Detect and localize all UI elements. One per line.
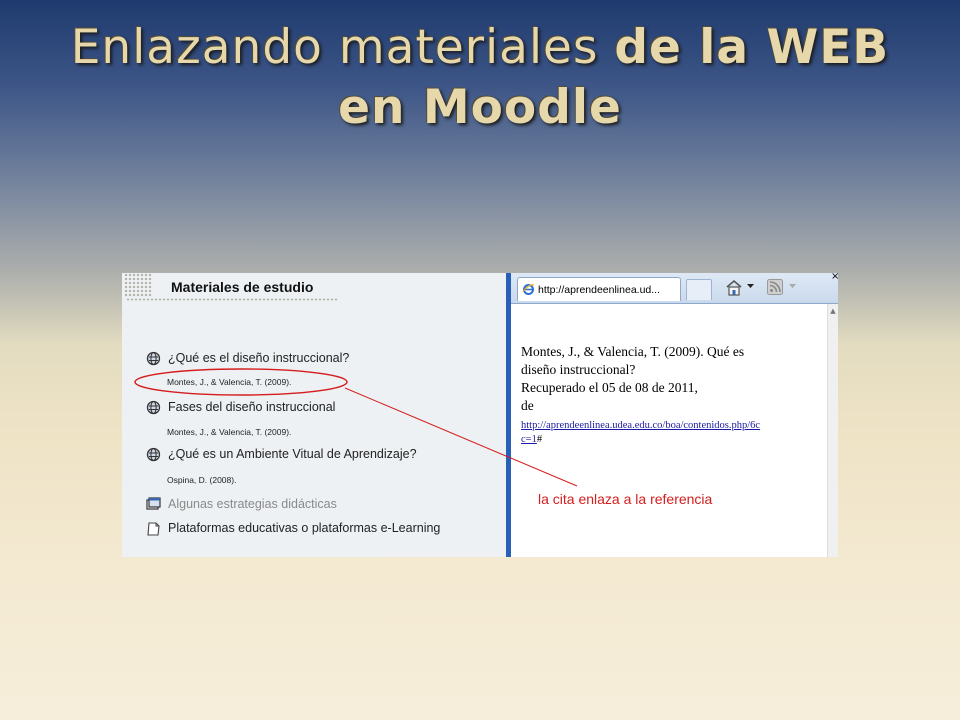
reference-line: de [521,398,534,413]
material-item-diseno[interactable]: ¿Qué es el diseño instruccional? [146,349,349,367]
new-tab-button[interactable] [686,279,712,300]
close-icon[interactable]: × [831,273,838,282]
home-icon[interactable] [725,279,743,296]
page-icon [147,521,160,536]
material-item-plataformas[interactable]: Plataformas educativas o plataformas e-L… [146,519,440,537]
browser-pane: http://aprendeenlinea.ud... × ▲ Montes, … [511,273,838,557]
browser-tab[interactable]: http://aprendeenlinea.ud... [517,277,681,301]
section-underline [126,298,338,301]
feeds-dropdown-icon[interactable] [789,284,796,289]
title-line2: en Moodle [338,80,622,135]
web-link-icon [146,400,161,414]
reference-text: Montes, J., & Valencia, T. (2009). Qué e… [521,343,827,447]
reference-url-link[interactable]: http://aprendeenlinea.udea.edu.co/boa/co… [521,419,760,433]
citation-link[interactable]: Montes, J., & Valencia, T. (2009). [167,427,291,437]
material-item-ambiente[interactable]: ¿Qué es un Ambiente Vitual de Aprendizaj… [146,445,417,463]
moodle-pane: Materiales de estudio ¿Qué es el diseño … [122,273,506,557]
annotation-note: la cita enlaza a la referencia [538,491,713,507]
vertical-scrollbar[interactable]: ▲ [827,304,838,557]
material-item-fases[interactable]: Fases del diseño instruccional [146,398,335,416]
web-link-icon [146,351,161,365]
web-link-icon [146,447,161,461]
citation-link[interactable]: Montes, J., & Valencia, T. (2009). [167,377,291,387]
title-part2: de la WEB [614,20,890,75]
material-item-estrategias[interactable]: Algunas estrategias didácticas [146,495,337,513]
feeds-icon[interactable] [767,279,783,295]
reference-line: Recuperado el 05 de 08 de 2011, [521,380,698,395]
home-dropdown-icon[interactable] [747,284,754,289]
citation-link[interactable]: Ospina, D. (2008). [167,475,236,485]
reference-line: diseño instruccional? [521,362,636,377]
tab-title: http://aprendeenlinea.ud... [538,283,661,296]
folder-window-icon [146,496,161,510]
section-decoration [124,273,152,297]
internet-explorer-icon [522,284,535,295]
material-label[interactable]: ¿Qué es el diseño instruccional? [168,351,349,365]
embedded-screenshot: Materiales de estudio ¿Qué es el diseño … [122,273,838,557]
reference-url-link[interactable]: c=1 [521,433,537,447]
browser-tab-bar: http://aprendeenlinea.ud... × [511,273,838,304]
scroll-up-arrow-icon[interactable]: ▲ [828,306,838,316]
reference-line: Montes, J., & Valencia, T. (2009). Qué e… [521,344,745,359]
slide-title: Enlazando materiales de la WEB en Moodle [60,18,900,138]
reference-url-suffix: # [536,434,543,445]
material-label[interactable]: Algunas estrategias didácticas [168,497,337,511]
material-label[interactable]: Fases del diseño instruccional [168,400,335,414]
title-part1: Enlazando materiales [70,20,599,75]
section-title: Materiales de estudio [171,279,314,295]
material-label[interactable]: ¿Qué es un Ambiente Vitual de Aprendizaj… [168,447,417,461]
material-label[interactable]: Plataformas educativas o plataformas e-L… [168,521,440,535]
